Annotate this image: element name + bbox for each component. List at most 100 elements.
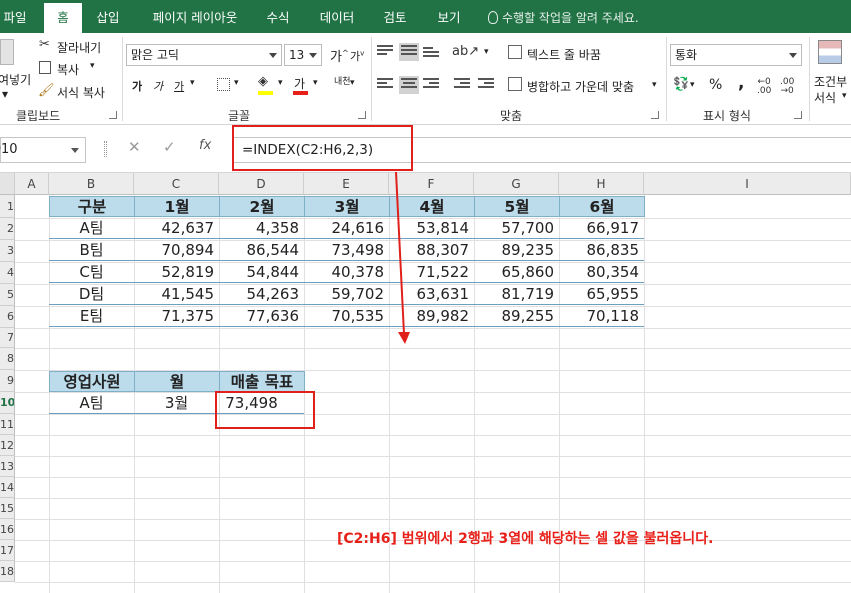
cancel-icon[interactable]: ✕ — [128, 138, 141, 156]
fill-color-icon[interactable]: ◈ — [258, 74, 268, 89]
wrap-text-button[interactable]: 텍스트 줄 바꿈 — [527, 46, 601, 63]
table-cell[interactable]: 89,255 — [474, 306, 559, 327]
table-cell[interactable]: 80,354 — [559, 262, 644, 283]
select-all-corner[interactable] — [0, 173, 15, 195]
table-cell[interactable]: 54,263 — [219, 284, 304, 305]
copy-dropdown-icon[interactable]: ▾ — [90, 61, 95, 71]
align-bottom-icon[interactable] — [423, 47, 439, 61]
accounting-format-icon[interactable]: 💱 — [673, 77, 689, 92]
row-header-10[interactable]: 10 — [0, 392, 15, 414]
column-header-b[interactable]: B — [49, 173, 134, 195]
decrease-indent-icon[interactable] — [454, 78, 470, 92]
table-cell[interactable]: 24,616 — [304, 218, 389, 239]
row-header-12[interactable]: 12 — [0, 435, 15, 456]
tab-page-layout[interactable]: 페이지 레이아웃 — [140, 0, 250, 33]
tab-file[interactable]: 파일 — [0, 0, 38, 33]
table-cell[interactable]: 86,544 — [219, 240, 304, 261]
table-cell[interactable]: E팀 — [49, 306, 134, 327]
format-painter-button[interactable]: 서식 복사 — [57, 84, 105, 101]
fill-dropdown-icon[interactable]: ▾ — [278, 78, 283, 88]
table-cell[interactable]: A팀 — [49, 218, 134, 239]
table1-header-mar[interactable]: 3월 — [304, 196, 390, 217]
table1-header-jan[interactable]: 1월 — [134, 196, 220, 217]
underline-dropdown-icon[interactable]: ▾ — [190, 78, 195, 88]
row-header-15[interactable]: 15 — [0, 498, 15, 519]
row-header-6[interactable]: 6 — [0, 306, 15, 328]
font-color-dropdown-icon[interactable]: ▾ — [313, 78, 318, 88]
font-name-combo[interactable]: 맑은 고딕 — [126, 44, 282, 66]
row-header-16[interactable]: 16 — [0, 519, 15, 540]
row-header-3[interactable]: 3 — [0, 240, 15, 262]
decrease-decimal-icon[interactable]: .00 →0 — [780, 78, 794, 96]
column-header-g[interactable]: G — [474, 173, 559, 195]
phonetic-dropdown-icon[interactable]: ▾ — [350, 78, 355, 88]
orientation-icon[interactable]: ab↗ — [452, 44, 479, 59]
conditional-formatting-label-2[interactable]: 서식 — [814, 89, 836, 106]
align-center-icon[interactable] — [399, 76, 419, 94]
font-color-button[interactable]: 가 — [294, 75, 305, 92]
increase-indent-icon[interactable] — [478, 78, 494, 92]
table-cell[interactable]: 86,835 — [559, 240, 644, 261]
table-cell[interactable]: 70,894 — [134, 240, 219, 261]
table-cell[interactable]: 81,719 — [474, 284, 559, 305]
table-cell[interactable]: 40,378 — [304, 262, 389, 283]
accounting-dropdown-icon[interactable]: ▾ — [690, 80, 695, 90]
confirm-icon[interactable]: ✓ — [163, 138, 176, 156]
tab-home[interactable]: 홈 — [44, 3, 82, 33]
orientation-dropdown-icon[interactable]: ▾ — [484, 47, 489, 57]
table1-header-jun[interactable]: 6월 — [559, 196, 645, 217]
table1-header-may[interactable]: 5월 — [474, 196, 560, 217]
percent-style-button[interactable]: % — [709, 77, 722, 93]
column-header-i[interactable]: I — [644, 173, 851, 195]
italic-button[interactable]: 가 — [153, 78, 163, 94]
table-cell[interactable]: 89,235 — [474, 240, 559, 261]
align-right-icon[interactable] — [423, 78, 439, 92]
table2-header-month[interactable]: 월 — [134, 371, 220, 392]
table-cell[interactable]: 57,700 — [474, 218, 559, 239]
grow-font-button[interactable]: 가^ — [330, 46, 349, 65]
row-header-17[interactable]: 17 — [0, 540, 15, 561]
table1-header-category[interactable]: 구분 — [49, 196, 135, 217]
table2-header-sales-target[interactable]: 매출 목표 — [219, 371, 305, 392]
table-cell[interactable]: 73,498 — [304, 240, 389, 261]
name-box[interactable]: D10 — [0, 137, 86, 163]
row-header-14[interactable]: 14 — [0, 477, 15, 498]
shrink-font-button[interactable]: 가v — [350, 48, 364, 64]
table-cell[interactable]: 59,702 — [304, 284, 389, 305]
table-cell[interactable]: 54,844 — [219, 262, 304, 283]
worksheet-grid[interactable]: A B C D E F G H I 1 2 3 4 5 6 7 8 9 10 1… — [0, 173, 851, 593]
conditional-formatting-label-1[interactable]: 조건부 — [814, 73, 847, 90]
clipboard-launcher-icon[interactable] — [109, 111, 117, 119]
comma-style-button[interactable]: , — [738, 73, 744, 93]
insert-function-icon[interactable]: fx — [199, 138, 211, 153]
tab-insert[interactable]: 삽입 — [88, 0, 128, 33]
borders-dropdown-icon[interactable]: ▾ — [234, 78, 239, 88]
row-header-13[interactable]: 13 — [0, 456, 15, 477]
tab-formulas[interactable]: 수식 — [258, 0, 298, 33]
row-header-5[interactable]: 5 — [0, 284, 15, 306]
row-header-9[interactable]: 9 — [0, 370, 15, 392]
table-cell[interactable]: 52,819 — [134, 262, 219, 283]
table-cell[interactable]: 4,358 — [219, 218, 304, 239]
table-cell[interactable]: 71,375 — [134, 306, 219, 327]
merge-dropdown-icon[interactable]: ▾ — [652, 80, 657, 90]
table2-month-cell[interactable]: 3월 — [134, 393, 219, 414]
row-header-7[interactable]: 7 — [0, 328, 15, 348]
table-cell[interactable]: B팀 — [49, 240, 134, 261]
align-left-icon[interactable] — [377, 78, 393, 92]
paste-icon[interactable] — [0, 39, 14, 65]
underline-button[interactable]: 가 — [174, 78, 184, 94]
borders-icon[interactable] — [217, 78, 230, 91]
number-format-combo[interactable]: 통화 — [670, 44, 802, 66]
row-header-2[interactable]: 2 — [0, 218, 15, 240]
merge-center-button[interactable]: 병합하고 가운데 맞춤 — [527, 78, 634, 95]
tab-data[interactable]: 데이터 — [312, 0, 362, 33]
conditional-formatting-icon[interactable] — [818, 40, 842, 64]
row-header-1[interactable]: 1 — [0, 195, 15, 218]
copy-button[interactable]: 복사 — [57, 61, 79, 78]
row-header-18[interactable]: 18 — [0, 561, 15, 582]
phonetic-guide-button[interactable]: 내천 — [334, 74, 351, 87]
table-cell[interactable]: D팀 — [49, 284, 134, 305]
conditional-dropdown-icon[interactable]: ▾ — [842, 91, 847, 101]
table-cell[interactable]: 65,955 — [559, 284, 644, 305]
